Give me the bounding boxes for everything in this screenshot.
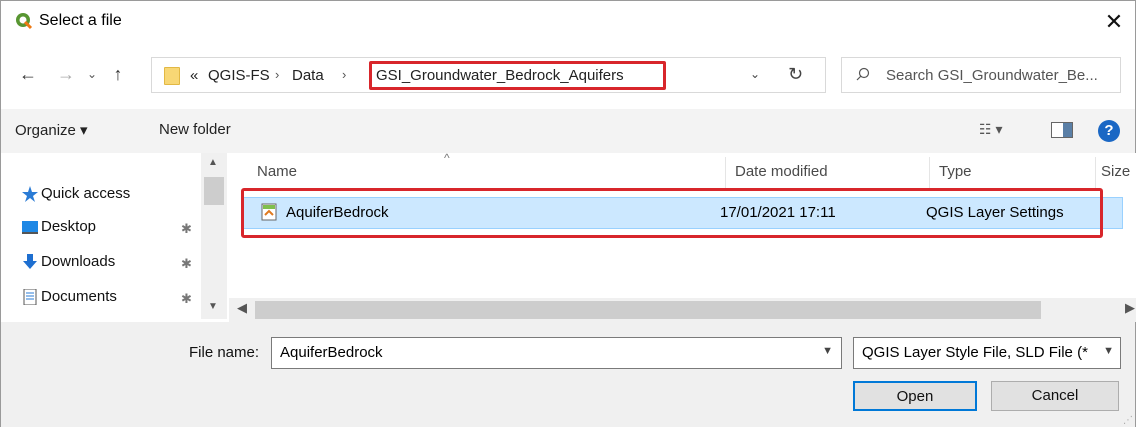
chevron-down-icon[interactable]: ▼ — [822, 345, 833, 357]
sidebar-item-documents[interactable]: Documents — [23, 288, 117, 305]
scroll-down-icon[interactable]: ▼ — [208, 301, 218, 312]
star-icon — [22, 186, 38, 202]
pin-icon: ✱ — [181, 256, 192, 271]
back-arrow-icon[interactable]: ← — [17, 63, 39, 85]
preview-pane-icon[interactable] — [1051, 122, 1073, 138]
documents-icon — [23, 289, 37, 305]
organize-button[interactable]: Organize ▾ — [15, 121, 88, 139]
breadcrumb-qgis-fs[interactable]: QGIS-FS — [208, 67, 270, 84]
view-options-icon[interactable]: ☷ ▾ — [979, 121, 1002, 138]
pin-icon: ✱ — [181, 221, 192, 236]
sidebar-item-desktop[interactable]: Desktop — [22, 218, 97, 235]
navigation-pane: Quick access Desktop ✱ Downloads ✱ Docum… — [1, 153, 229, 319]
title-bar: Select a file ✕ — [1, 1, 1135, 45]
sidebar-scrollbar[interactable]: ▲ ▼ — [201, 153, 227, 319]
dialog-footer: File name: AquiferBedrock ▼ QGIS Layer S… — [1, 322, 1135, 427]
column-divider[interactable] — [929, 157, 930, 191]
filter-value: QGIS Layer Style File, SLD File (* — [862, 344, 1088, 361]
scrollbar-thumb[interactable] — [255, 301, 1041, 319]
sidebar-item-label: Quick access — [41, 185, 131, 202]
window-title: Select a file — [39, 12, 122, 29]
scroll-right-icon[interactable]: ▶ — [1125, 300, 1135, 316]
column-header-size[interactable]: Size — [1101, 163, 1130, 180]
sidebar-item-label: Downloads — [41, 253, 116, 270]
close-icon[interactable]: ✕ — [1099, 7, 1129, 37]
address-dropdown-icon[interactable]: ⌄ — [750, 67, 760, 81]
column-header-date-modified[interactable]: Date modified — [735, 163, 828, 180]
file-name-value[interactable]: AquiferBedrock — [280, 344, 383, 361]
column-header-name[interactable]: Name — [257, 163, 297, 180]
desktop-icon — [22, 221, 38, 234]
scroll-up-icon[interactable]: ▲ — [208, 157, 218, 168]
column-header-type[interactable]: Type — [939, 163, 972, 180]
cancel-button[interactable]: Cancel — [991, 381, 1119, 411]
file-name-field[interactable]: AquiferBedrock ▼ — [271, 337, 842, 369]
highlight-box — [241, 188, 1103, 238]
file-type-filter-select[interactable]: QGIS Layer Style File, SLD File (* ▼ — [853, 337, 1121, 369]
qgis-icon — [16, 13, 33, 30]
chevron-down-icon[interactable]: ▼ — [1103, 345, 1114, 357]
file-list: ^ Name Date modified Type Size AquiferBe… — [229, 151, 1136, 298]
folder-icon — [164, 67, 180, 85]
open-button[interactable]: Open — [853, 381, 977, 411]
sidebar-item-downloads[interactable]: Downloads — [23, 253, 116, 270]
sort-ascending-icon: ^ — [444, 151, 450, 165]
file-dialog: Select a file ✕ ← → ⌄ ↑ « QGIS-FS › Data… — [0, 0, 1136, 427]
forward-arrow-icon[interactable]: → — [55, 63, 77, 85]
recent-locations-chevron-icon[interactable]: ⌄ — [81, 63, 103, 85]
scroll-left-icon[interactable]: ◀ — [237, 300, 247, 316]
search-box[interactable]: Search GSI_Groundwater_Be... — [841, 57, 1121, 93]
download-icon — [23, 254, 37, 269]
column-divider[interactable] — [1095, 157, 1096, 191]
sidebar-item-label: Desktop — [41, 218, 97, 235]
help-icon[interactable]: ? — [1098, 120, 1120, 142]
sidebar-item-quick-access[interactable]: Quick access — [22, 185, 131, 202]
breadcrumb-separator[interactable]: › — [342, 67, 346, 82]
refresh-icon[interactable]: ↻ — [788, 64, 803, 85]
pin-icon: ✱ — [181, 291, 192, 306]
new-folder-button[interactable]: New folder — [159, 121, 231, 138]
breadcrumb-separator[interactable]: › — [275, 67, 279, 82]
command-toolbar: Organize ▾ New folder ☷ ▾ ? — [1, 109, 1135, 153]
search-icon — [856, 67, 870, 81]
column-divider[interactable] — [725, 157, 726, 191]
highlight-box — [369, 61, 666, 90]
breadcrumb-overflow[interactable]: « — [190, 67, 198, 84]
navigation-bar: ← → ⌄ ↑ « QGIS-FS › Data › GSI_Groundwat… — [1, 49, 1135, 99]
breadcrumb-data[interactable]: Data — [292, 67, 324, 84]
resize-grip-icon[interactable]: ⋰ — [1123, 415, 1133, 426]
address-bar[interactable]: « QGIS-FS › Data › GSI_Groundwater_Bedro… — [151, 57, 826, 93]
file-list-horizontal-scrollbar[interactable]: ◀ ▶ — [229, 298, 1136, 322]
up-arrow-icon[interactable]: ↑ — [107, 63, 129, 85]
search-input[interactable]: Search GSI_Groundwater_Be... — [886, 67, 1098, 84]
file-name-label: File name: — [189, 344, 260, 361]
sidebar-item-label: Documents — [41, 288, 117, 305]
scrollbar-thumb[interactable] — [204, 177, 224, 205]
